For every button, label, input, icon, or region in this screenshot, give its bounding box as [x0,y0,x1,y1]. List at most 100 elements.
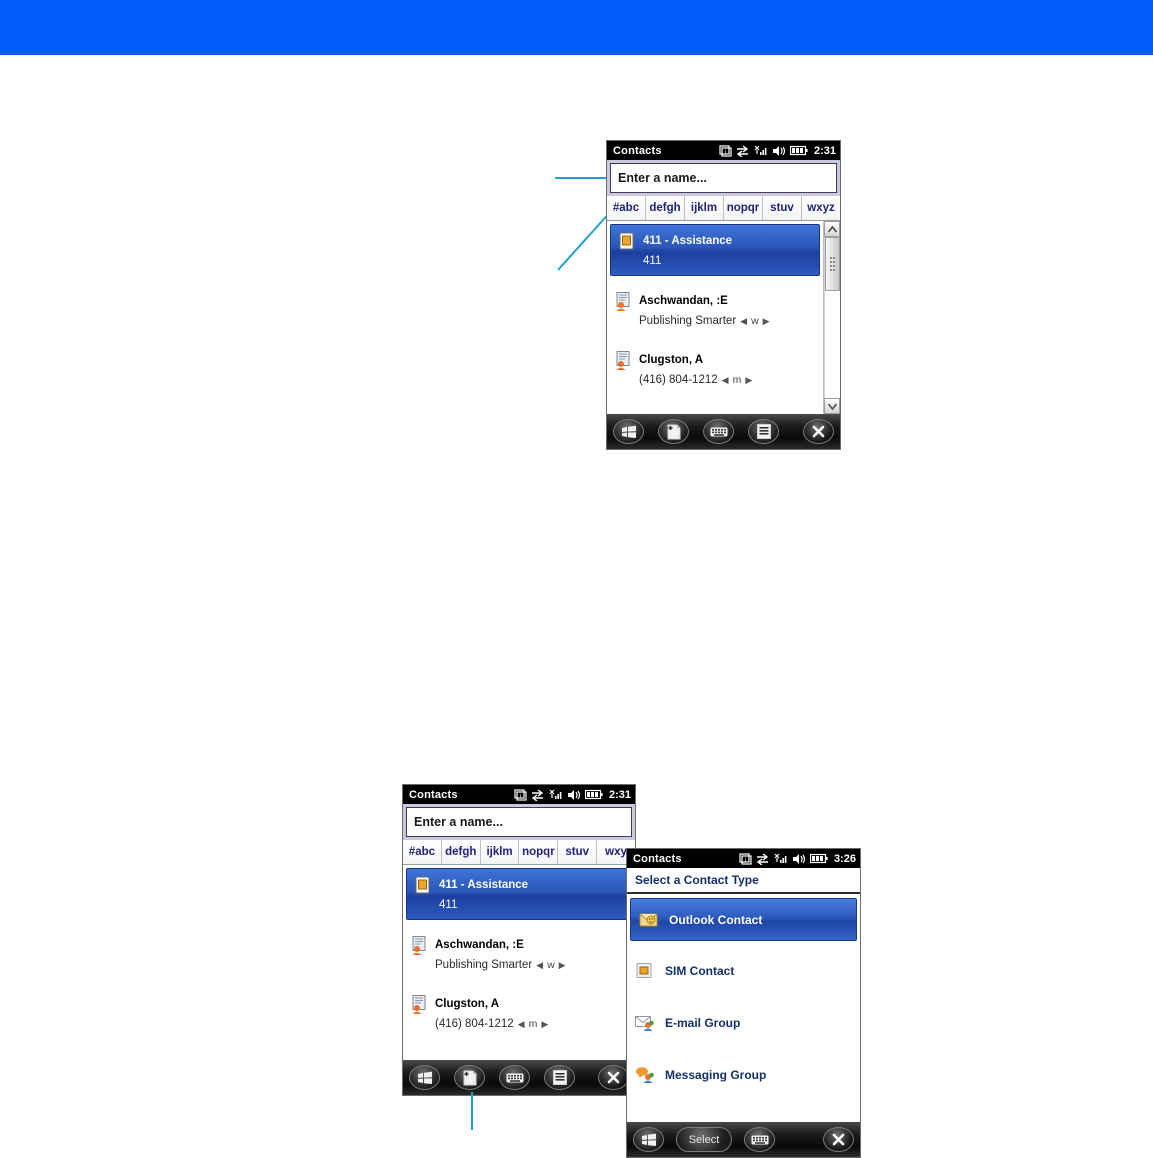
contact-detail-label: w [547,959,555,971]
battery-icon [789,145,808,156]
contact-type-item-sim[interactable]: SIM Contact [627,948,860,993]
contact-type-item-email-group[interactable]: E-mail Group [627,1000,860,1045]
menu-icon[interactable] [748,419,779,444]
alpha-tab-nopqr[interactable]: nopqr [519,840,559,864]
start-icon[interactable] [409,1065,440,1090]
top-banner [0,0,1153,55]
outlook-contact-icon [639,911,659,929]
alpha-tab-abc[interactable]: #abc [607,196,646,220]
callout-line-new-contact [471,1092,473,1130]
close-icon[interactable] [823,1127,854,1152]
search-input[interactable]: Enter a name... [406,807,632,837]
contact-type-label: Outlook Contact [669,912,763,927]
contact-name: 411 - Assistance [643,235,733,247]
status-bar: Contacts i 3:26 [627,849,860,868]
contact-list: 411 - Assistance 411 Aschwandan, :E Publ… [607,221,823,414]
contact-type-label: E-mail Group [665,1015,741,1030]
start-icon[interactable] [613,419,644,444]
scrollbar-thumb[interactable] [825,237,840,291]
vertical-scrollbar[interactable] [823,221,840,414]
search-input-value: Enter a name... [414,815,503,829]
next-detail-arrow[interactable]: ▶ [541,1019,548,1029]
contact-card-icon [411,936,428,955]
messaging-icon: i [739,852,752,865]
svg-text:i: i [520,794,521,800]
next-detail-arrow[interactable]: ▶ [559,960,566,970]
close-icon[interactable] [598,1065,629,1090]
scrollbar-track[interactable] [824,237,840,398]
alpha-tab-nopqr[interactable]: nopqr [724,196,763,220]
sim-contact-icon [635,962,655,980]
close-icon[interactable] [803,419,834,444]
contact-list-area: 411 - Assistance 411 Aschwandan, :E Publ… [403,865,635,1060]
connectivity-icon [756,852,770,865]
contact-list-item[interactable]: 411 - Assistance 411 [406,868,632,920]
contact-list-item[interactable]: Aschwandan, :E Publishing Smarter ◀ w ▶ [607,285,823,335]
svg-text:i: i [725,150,726,156]
next-detail-arrow[interactable]: ▶ [745,375,752,385]
battery-icon [584,789,603,800]
speaker-icon [567,789,581,801]
select-button[interactable]: Select [676,1127,732,1152]
battery-icon [809,853,828,864]
contact-detail: Publishing Smarter [435,959,533,971]
contact-name: Aschwandan, :E [639,295,728,307]
alpha-tab-ijklm[interactable]: ijklm [685,196,724,220]
search-field-wrapper: Enter a name... [403,804,635,840]
prev-detail-arrow[interactable]: ◀ [740,316,747,326]
new-contact-icon[interactable] [658,419,689,444]
alpha-tab-stuv[interactable]: stuv [763,196,802,220]
status-clock: 2:31 [813,144,836,157]
scroll-up-icon[interactable] [824,221,840,237]
device-contacts-list-bottom: Contacts i 2:31 Enter a name... #abc def… [402,784,636,1096]
search-field-wrapper: Enter a name... [607,160,840,196]
alpha-tab-ijklm[interactable]: ijklm [480,840,520,864]
new-contact-icon[interactable] [454,1065,485,1090]
messaging-icon: i [514,788,527,801]
sim-card-icon [619,232,636,251]
prev-detail-arrow[interactable]: ◀ [536,960,543,970]
keyboard-icon[interactable] [703,419,734,444]
contact-name: Clugston, A [435,998,500,1010]
alpha-tab-abc[interactable]: #abc [403,840,442,864]
contact-list-item[interactable]: Clugston, A (416) 804-1212 ◀ m ▶ [607,344,823,394]
search-input-value: Enter a name... [618,171,707,185]
contact-type-item-messaging-group[interactable]: Messaging Group [627,1052,860,1097]
contact-list-item[interactable]: Aschwandan, :E Publishing Smarter ◀ w ▶ [403,929,635,979]
contact-type-item-outlook[interactable]: Outlook Contact [630,898,857,941]
messaging-icon: i [719,144,732,157]
status-title: Contacts [633,852,682,865]
alpha-tab-wxyz[interactable]: wxyz [802,196,840,220]
contact-detail-label: w [751,315,759,327]
soft-key-bar: Select [627,1122,860,1157]
alpha-tab-defgh[interactable]: defgh [441,840,481,864]
alpha-tab-stuv[interactable]: stuv [558,840,598,864]
prev-detail-arrow[interactable]: ◀ [722,375,729,385]
alphabet-tab-bar: #abc defgh ijklm nopqr stuv wxy [403,840,635,865]
status-title: Contacts [613,144,662,157]
keyboard-icon[interactable] [499,1065,530,1090]
contact-detail: 411 [643,255,662,267]
contact-detail: (416) 804-1212 [639,374,718,386]
status-title: Contacts [409,788,458,801]
menu-icon[interactable] [544,1065,575,1090]
next-detail-arrow[interactable]: ▶ [763,316,770,326]
status-bar: Contacts i 2:31 [607,141,840,160]
contact-detail: Publishing Smarter [639,315,737,327]
start-icon[interactable] [633,1127,664,1152]
contact-detail-label: m [528,1018,538,1030]
alphabet-tab-bar: #abc defgh ijklm nopqr stuv wxyz [607,196,840,221]
contact-detail-label: m [732,374,742,386]
soft-key-bar [403,1060,635,1095]
speaker-icon [772,145,786,157]
alpha-tab-defgh[interactable]: defgh [646,196,685,220]
contact-card-icon [411,995,428,1014]
prev-detail-arrow[interactable]: ◀ [518,1019,525,1029]
scroll-down-icon[interactable] [824,398,840,414]
contact-list-item[interactable]: Clugston, A (416) 804-1212 ◀ m ▶ [403,988,635,1038]
dialog-title: Select a Contact Type [627,868,860,894]
device-contacts-list-top: Contacts i 2:31 Enter a name... #abc def… [606,140,841,450]
search-input[interactable]: Enter a name... [610,163,837,193]
contact-list-item[interactable]: 411 - Assistance 411 [610,224,820,276]
keyboard-icon[interactable] [744,1127,775,1152]
